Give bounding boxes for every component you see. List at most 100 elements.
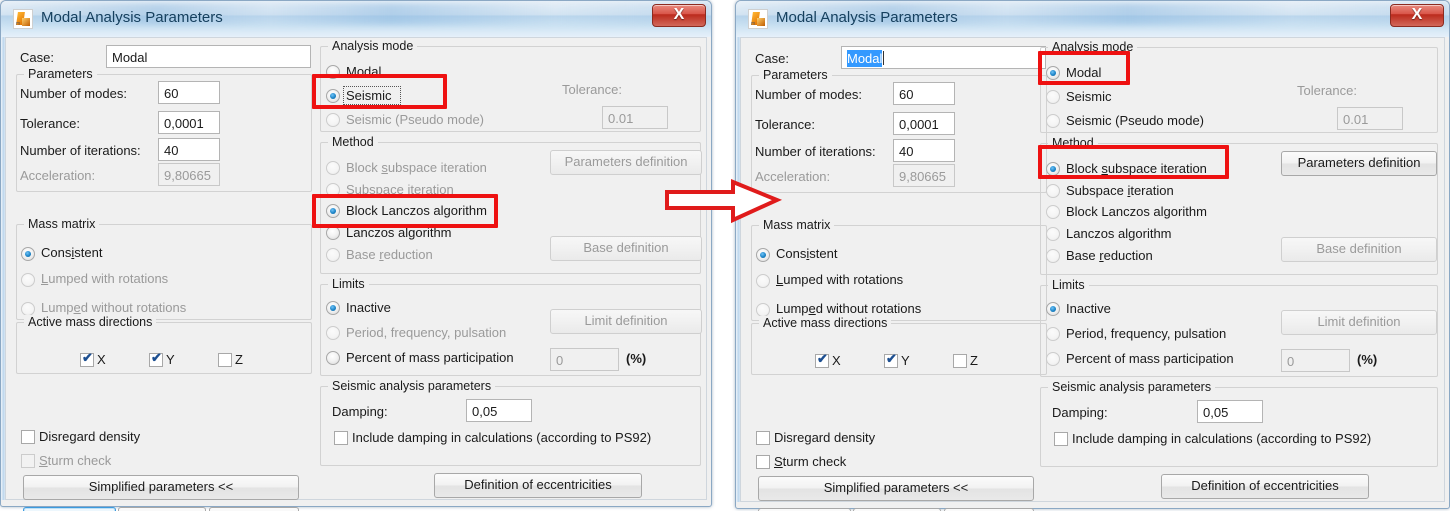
title-bar-left: m Modal Analysis Parameters X [1,1,711,37]
simplified-parameters-button-right[interactable]: Simplified parameters << [758,476,1034,501]
radio-lanczos-right[interactable] [1046,227,1060,241]
radio-seismic-pseudo-right[interactable] [1046,114,1060,128]
number-of-iterations-input-right[interactable]: 40 [893,139,955,162]
close-icon-right: X [1411,6,1423,23]
checkbox-direction-z-right[interactable] [953,354,967,368]
direction-z-label-left: Z [235,352,243,367]
modal-analysis-dialog-left: m Modal Analysis Parameters X Case: Moda… [0,0,712,511]
ok-button-left[interactable]: OK [23,507,116,511]
radio-base-reduction-right[interactable] [1046,249,1060,263]
number-of-modes-input-right[interactable]: 60 [893,82,955,105]
tolerance-label-left: Tolerance: [20,116,80,131]
percent-unit-label-right: (%) [1357,352,1378,367]
number-of-iterations-input-left[interactable]: 40 [158,138,220,161]
tolerance-input-left[interactable]: 0,0001 [158,111,220,134]
number-of-modes-label-right: Number of modes: [755,87,862,102]
radio-base-reduction-left[interactable] [326,248,340,262]
checkbox-direction-y-left[interactable] [149,350,163,367]
tolerance-label-right: Tolerance: [755,117,815,132]
radio-period-frequency-pulsation-left[interactable] [326,326,340,340]
radio-seismic-label-right: Seismic [1066,89,1112,104]
definition-of-eccentricities-button-right[interactable]: Definition of eccentricities [1161,474,1369,499]
checkbox-disregard-density-left[interactable] [21,430,35,444]
radio-seismic-pseudo-left[interactable] [326,113,340,127]
definition-of-eccentricities-button-left[interactable]: Definition of eccentricities [434,473,642,498]
number-of-modes-input-left[interactable]: 60 [158,81,220,104]
damping-input-right[interactable]: 0,05 [1197,400,1263,423]
case-input-value-right: Modal [847,50,883,67]
number-of-iterations-label-right: Number of iterations: [755,144,876,159]
radio-inactive-right[interactable] [1046,302,1060,316]
radio-consistent-right[interactable] [756,248,770,262]
radio-consistent-left[interactable] [21,247,35,261]
damping-label-right: Damping: [1052,405,1108,420]
checkbox-include-damping-left[interactable] [334,431,348,445]
parameters-definition-button-right[interactable]: Parameters definition [1281,151,1437,176]
base-definition-button-left[interactable]: Base definition [550,236,702,261]
direction-x-label-right: X [832,353,841,368]
checkbox-direction-y-right[interactable] [884,351,898,368]
radio-block-subspace-iteration-left[interactable] [326,161,340,175]
radio-subspace-iteration-right[interactable] [1046,184,1060,198]
radio-period-frequency-pulsation-right[interactable] [1046,327,1060,341]
radio-lanczos-left[interactable] [326,226,340,240]
parameters-group-caption-left: Parameters [24,67,97,81]
radio-percent-of-mass-participation-label-right: Percent of mass participation [1066,351,1234,366]
help-button-left[interactable]: Help [209,507,299,511]
radio-seismic-right[interactable] [1046,90,1060,104]
case-input-right[interactable]: Modal [841,46,1046,69]
checkbox-direction-z-left[interactable] [218,353,232,367]
radio-lumped-with-rotations-left[interactable] [21,273,35,287]
radio-percent-of-mass-participation-left[interactable] [326,351,340,365]
include-damping-label-right: Include damping in calculations (accordi… [1072,431,1372,446]
parameters-definition-button-left[interactable]: Parameters definition [550,150,702,175]
radio-percent-of-mass-participation-right[interactable] [1046,352,1060,366]
tolerance-right-input-left: 0.01 [602,106,668,129]
radio-block-lanczos-right[interactable] [1046,205,1060,219]
seismic-analysis-parameters-caption-right: Seismic analysis parameters [1048,380,1216,394]
checkbox-direction-x-left[interactable] [80,350,94,367]
acceleration-input-right: 9,80665 [893,164,955,187]
title-bar-right: m Modal Analysis Parameters X [736,1,1449,37]
radio-lumped-with-rotations-label-left: Lumped with rotations [41,271,169,286]
radio-base-reduction-label-left: Base reduction [346,247,433,262]
radio-base-reduction-label-right: Base reduction [1066,248,1153,263]
percent-input-right: 0 [1281,349,1350,372]
direction-z-label-right: Z [970,353,978,368]
checkbox-disregard-density-right[interactable] [756,431,770,445]
close-button-left[interactable]: X [652,4,706,27]
close-button-right[interactable]: X [1390,4,1444,27]
tolerance-right-value-right: 0.01 [1343,112,1369,127]
checkbox-sturm-check-right[interactable] [756,455,770,469]
screenshot-root: m Modal Analysis Parameters X Case: Moda… [0,0,1450,511]
damping-input-left[interactable]: 0,05 [466,399,532,422]
radio-lumped-without-rotations-left[interactable] [21,302,35,316]
checkbox-direction-x-right[interactable] [815,351,829,368]
seismic-analysis-parameters-group-left: Seismic analysis parameters [320,379,701,466]
radio-lumped-without-rotations-label-left: Lumped without rotations [41,300,187,315]
radio-lumped-with-rotations-right[interactable] [756,274,770,288]
limit-definition-button-right[interactable]: Limit definition [1281,310,1437,335]
checkbox-sturm-check-left[interactable] [21,454,35,468]
acceleration-input-left: 9,80665 [158,163,220,186]
cancel-button-left[interactable]: Cancel [118,507,206,511]
radio-lumped-without-rotations-right[interactable] [756,303,770,317]
damping-label-left: Damping: [332,404,388,419]
limits-caption-left: Limits [328,277,369,291]
direction-y-label-left: Y [166,352,175,367]
radio-inactive-left[interactable] [326,301,340,315]
base-definition-button-right[interactable]: Base definition [1281,237,1437,262]
tolerance-input-right[interactable]: 0,0001 [893,112,955,135]
case-input-left[interactable]: Modal [106,45,311,68]
simplified-parameters-button-left[interactable]: Simplified parameters << [23,475,299,500]
active-mass-directions-group-left: Active mass directions [16,315,312,374]
number-of-modes-value-right: 60 [899,87,914,102]
tolerance-right-label-right: Tolerance: [1297,83,1357,98]
highlight-box-seismic-left [312,74,447,109]
acceleration-value-right: 9,80665 [899,169,946,184]
seismic-analysis-parameters-caption-left: Seismic analysis parameters [328,379,496,393]
app-icon-left: m [13,9,33,29]
limit-definition-button-left[interactable]: Limit definition [550,309,702,334]
radio-seismic-pseudo-label-right: Seismic (Pseudo mode) [1066,113,1204,128]
checkbox-include-damping-right[interactable] [1054,432,1068,446]
